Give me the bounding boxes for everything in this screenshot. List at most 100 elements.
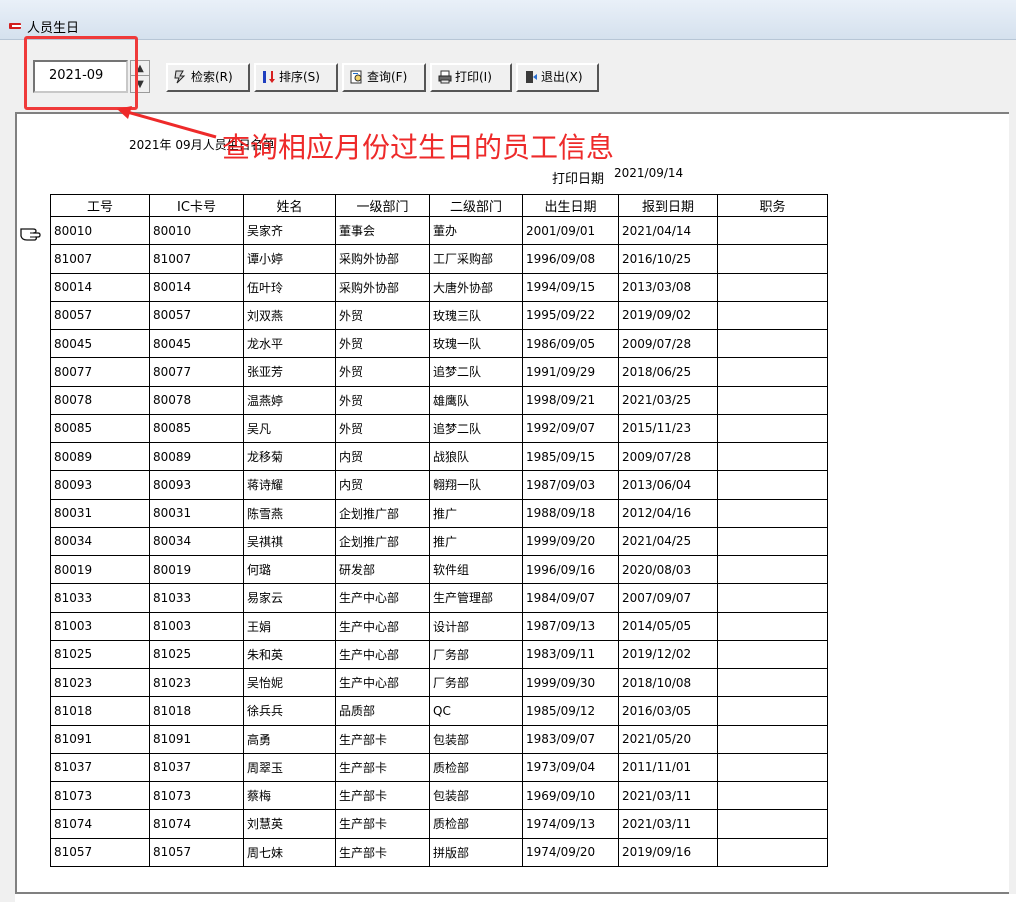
table-cell[interactable]: 2015/11/23 (618, 413, 718, 444)
table-row[interactable]: 81057 81057 周七妹 生产部卡 拼版部 1974/09/20 2019/09/16 (50, 837, 828, 867)
table-cell[interactable]: 1987/09/03 (522, 470, 619, 500)
table-cell[interactable]: 生产部卡 (335, 809, 430, 839)
table-cell[interactable] (717, 611, 828, 641)
table-row[interactable]: 81025 81025 朱和英 生产中心部 厂务部 1983/09/11 2019/12/0… (50, 639, 828, 670)
table-cell[interactable]: 拼版部 (429, 837, 523, 867)
table-cell[interactable]: 2011/11/01 (618, 752, 718, 783)
table-row[interactable]: 80045 80045 龙水平 外贸 玫瑰一队 1986/09/05 2009/07/28 (50, 328, 828, 359)
table-cell[interactable] (717, 215, 828, 246)
table-cell[interactable] (717, 639, 828, 670)
table-cell[interactable]: 1973/09/04 (522, 752, 619, 783)
table-cell[interactable]: 蒋诗耀 (243, 470, 336, 500)
table-cell[interactable]: 大唐外协部 (429, 272, 523, 302)
table-cell[interactable]: 1985/09/15 (522, 441, 619, 472)
table-cell[interactable]: 80077 (149, 357, 244, 387)
table-cell[interactable]: 80031 (50, 498, 150, 528)
table-cell[interactable]: 谭小婷 (243, 244, 336, 274)
table-cell[interactable] (717, 470, 828, 500)
table-cell[interactable]: 81033 (50, 583, 150, 613)
table-row[interactable]: 81018 81018 徐兵兵 品质部 QC 1985/09/12 2016/03/05 (50, 696, 828, 726)
table-row[interactable]: 80077 80077 张亚芳 外贸 追梦二队 1991/09/29 2018/06/25 (50, 357, 828, 387)
table-cell[interactable]: 81074 (149, 809, 244, 839)
table-cell[interactable]: 吴怡妮 (243, 667, 336, 698)
table-cell[interactable]: 2001/09/01 (522, 215, 619, 246)
table-cell[interactable]: 质检部 (429, 752, 523, 783)
table-cell[interactable]: 生产中心部 (335, 667, 430, 698)
table-cell[interactable]: QC (429, 696, 523, 726)
table-cell[interactable]: 1991/09/29 (522, 357, 619, 387)
table-cell[interactable]: 81018 (50, 696, 150, 726)
table-cell[interactable]: 生产部卡 (335, 752, 430, 783)
table-cell[interactable]: 2013/03/08 (618, 272, 718, 302)
table-cell[interactable] (717, 724, 828, 754)
table-cell[interactable]: 2021/04/14 (618, 215, 718, 246)
table-cell[interactable]: 战狼队 (429, 441, 523, 472)
table-cell[interactable] (717, 498, 828, 528)
table-cell[interactable]: 徐兵兵 (243, 696, 336, 726)
table-cell[interactable]: 推广 (429, 498, 523, 528)
table-cell[interactable]: 80019 (149, 554, 244, 585)
table-cell[interactable]: 81074 (50, 809, 150, 839)
table-cell[interactable]: 生产中心部 (335, 611, 430, 641)
table-cell[interactable]: 研发部 (335, 554, 430, 585)
table-cell[interactable]: 追梦二队 (429, 357, 523, 387)
table-cell[interactable]: 2009/07/28 (618, 441, 718, 472)
table-cell[interactable]: 刘双燕 (243, 300, 336, 331)
table-cell[interactable]: 外贸 (335, 385, 430, 415)
table-cell[interactable]: 1974/09/13 (522, 809, 619, 839)
table-cell[interactable] (717, 526, 828, 557)
table-cell[interactable] (717, 809, 828, 839)
table-cell[interactable] (717, 752, 828, 783)
table-cell[interactable]: 80045 (149, 328, 244, 359)
column-header[interactable]: 一级部门 (335, 194, 430, 217)
column-header[interactable]: 职务 (717, 194, 828, 217)
table-cell[interactable] (717, 300, 828, 331)
table-cell[interactable]: 80077 (50, 357, 150, 387)
table-cell[interactable]: 81018 (149, 696, 244, 726)
table-cell[interactable]: 2021/03/25 (618, 385, 718, 415)
table-cell[interactable]: 2009/07/28 (618, 328, 718, 359)
table-cell[interactable]: 80010 (149, 215, 244, 246)
table-cell[interactable]: 1999/09/30 (522, 667, 619, 698)
table-cell[interactable]: 81025 (149, 639, 244, 670)
table-cell[interactable]: 80093 (149, 470, 244, 500)
table-cell[interactable]: 81057 (50, 837, 150, 867)
table-cell[interactable]: 玫瑰三队 (429, 300, 523, 331)
table-cell[interactable]: 1998/09/21 (522, 385, 619, 415)
table-row[interactable]: 81073 81073 蔡梅 生产部卡 包装部 1969/09/10 2021/03/11 (50, 780, 828, 811)
table-cell[interactable]: 80014 (149, 272, 244, 302)
table-cell[interactable]: 周七妹 (243, 837, 336, 867)
table-cell[interactable]: 80057 (149, 300, 244, 331)
table-row[interactable]: 80034 80034 吴祺祺 企划推广部 推广 1999/09/20 2021/04/25 (50, 526, 828, 557)
table-cell[interactable]: 1974/09/20 (522, 837, 619, 867)
table-cell[interactable]: 工厂采购部 (429, 244, 523, 274)
table-cell[interactable]: 内贸 (335, 470, 430, 500)
table-cell[interactable]: 周翠玉 (243, 752, 336, 783)
table-cell[interactable]: 外贸 (335, 328, 430, 359)
table-cell[interactable]: 80045 (50, 328, 150, 359)
table-cell[interactable]: 温燕婷 (243, 385, 336, 415)
table-cell[interactable]: 1994/09/15 (522, 272, 619, 302)
table-cell[interactable]: 81073 (50, 780, 150, 811)
table-cell[interactable]: 龙移菊 (243, 441, 336, 472)
table-cell[interactable]: 80078 (50, 385, 150, 415)
table-cell[interactable]: 80057 (50, 300, 150, 331)
table-cell[interactable]: 2014/05/05 (618, 611, 718, 641)
table-cell[interactable]: 2018/06/25 (618, 357, 718, 387)
table-cell[interactable]: 80031 (149, 498, 244, 528)
table-cell[interactable]: 翱翔一队 (429, 470, 523, 500)
table-cell[interactable]: 生产中心部 (335, 583, 430, 613)
table-cell[interactable]: 生产部卡 (335, 837, 430, 867)
table-cell[interactable]: 80019 (50, 554, 150, 585)
table-cell[interactable]: 采购外协部 (335, 244, 430, 274)
table-cell[interactable]: 1985/09/12 (522, 696, 619, 726)
table-row[interactable]: 81074 81074 刘慧英 生产部卡 质检部 1974/09/13 2021/03/11 (50, 809, 828, 839)
table-row[interactable]: 80085 80085 吴凡 外贸 追梦二队 1992/09/07 2015/11/23 (50, 413, 828, 444)
table-cell[interactable]: 80093 (50, 470, 150, 500)
print-button[interactable]: 打印(I) (430, 63, 512, 92)
table-cell[interactable]: 生产部卡 (335, 724, 430, 754)
table-cell[interactable]: 1988/09/18 (522, 498, 619, 528)
table-row[interactable]: 81037 81037 周翠玉 生产部卡 质检部 1973/09/04 2011/11/01 (50, 752, 828, 783)
table-cell[interactable]: 质检部 (429, 809, 523, 839)
table-cell[interactable]: 80078 (149, 385, 244, 415)
